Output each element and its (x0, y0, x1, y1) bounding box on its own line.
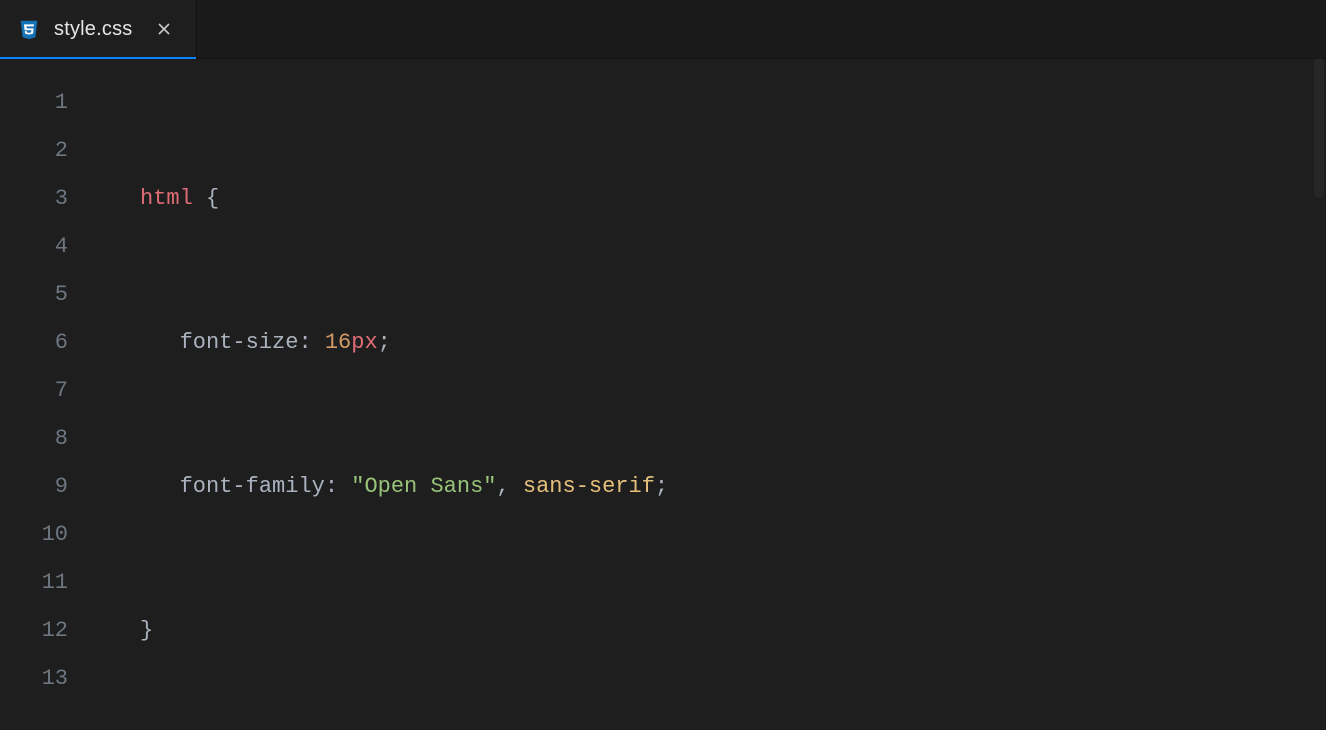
scrollbar-thumb[interactable] (1314, 58, 1324, 198)
code-area[interactable]: html { font-size: 16px; font-family: "Op… (96, 59, 1326, 730)
close-icon[interactable] (154, 19, 174, 39)
line-number: 10 (0, 511, 96, 559)
line-number: 11 (0, 559, 96, 607)
code-line: html { (96, 175, 1326, 223)
tab-bar: style.css (0, 0, 1326, 59)
line-number: 13 (0, 655, 96, 703)
tab-style-css[interactable]: style.css (0, 0, 197, 58)
line-number: 6 (0, 319, 96, 367)
tab-label: style.css (54, 18, 132, 41)
line-number: 9 (0, 463, 96, 511)
line-number: 4 (0, 223, 96, 271)
code-line: font-family: "Open Sans", sans-serif; (96, 463, 1326, 511)
line-number: 2 (0, 127, 96, 175)
code-line: } (96, 607, 1326, 655)
line-number-gutter: 1 2 3 4 5 6 7 8 9 10 11 12 13 (0, 59, 96, 730)
line-number: 12 (0, 607, 96, 655)
line-number: 3 (0, 175, 96, 223)
line-number: 1 (0, 79, 96, 127)
css-file-icon (18, 18, 40, 40)
line-number: 5 (0, 271, 96, 319)
code-line: font-size: 16px; (96, 319, 1326, 367)
line-number: 8 (0, 415, 96, 463)
line-number: 7 (0, 367, 96, 415)
vertical-scrollbar[interactable] (1312, 58, 1326, 730)
code-editor[interactable]: 1 2 3 4 5 6 7 8 9 10 11 12 13 html { fon… (0, 59, 1326, 730)
